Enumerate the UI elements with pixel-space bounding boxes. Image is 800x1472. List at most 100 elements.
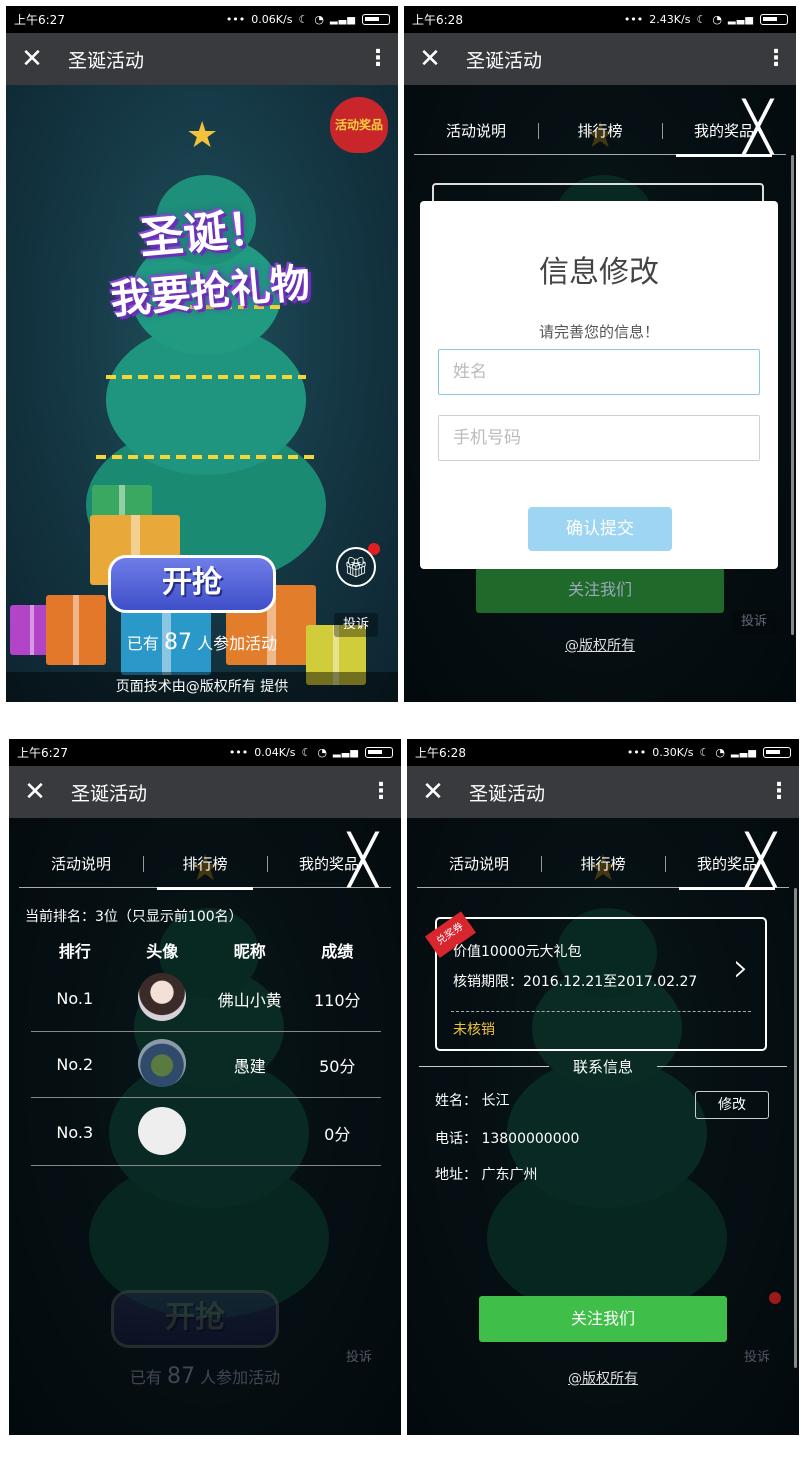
title-bar: ✕ 圣诞活动 ⋮ [407,766,799,818]
status-bar: 上午6:27 ••• 0.04K/s ☾ ◔ ▂▃▅ [9,739,401,766]
close-icon[interactable]: ✕ [6,44,58,74]
tab-bar: 活动说明 排行榜 我的奖品 [19,840,391,890]
more-icon[interactable]: ⋮ [759,781,799,803]
close-icon[interactable]: ✕ [9,777,61,807]
battery-icon [760,14,788,25]
current-rank: 当前排名：3位（只显示前100名） [25,909,243,925]
close-panel-icon[interactable]: ╳ [343,836,383,884]
page-title: 圣诞活动 [68,49,145,72]
battery-icon [365,747,393,758]
rank-score: 50分 [319,1056,356,1076]
contact-name: 姓名： 长江 [435,1093,510,1109]
name-input[interactable]: 姓名 [438,349,760,395]
network-speed: 0.30K/s [652,746,694,759]
participant-count: 已有 87 人参加活动 [6,630,398,655]
wifi-icon: ◔ [314,13,324,26]
modify-button[interactable]: 修改 [695,1091,769,1119]
prize-bag-icon[interactable]: 活动奖品 [330,97,388,153]
tab-description[interactable]: 活动说明 [19,840,143,888]
phone-input[interactable]: 手机号码 [438,415,760,461]
tab-description[interactable]: 活动说明 [417,840,541,888]
rank-score: 110分 [313,990,361,1010]
voucher-name: 价值10000元大礼包 [453,944,582,960]
contact-address: 地址： 广东广州 [435,1167,538,1183]
scrollbar[interactable] [791,155,794,635]
title-bar: ✕ 圣诞活动 ⋮ [6,33,398,85]
network-speed: 0.04K/s [254,746,296,759]
close-icon[interactable]: ✕ [407,777,459,807]
table-row: No.3 0分 [31,1100,381,1166]
voucher-status: 未核销 [453,1022,495,1038]
moon-icon: ☾ [298,13,309,26]
count-value: 87 [167,1364,195,1389]
status-bar: 上午6:28 ••• 2.43K/s ☾ ◔ ▂▃▅ [404,6,796,33]
confirm-button[interactable]: 确认提交 [528,507,672,551]
close-icon[interactable]: ✕ [404,44,456,74]
more-icon[interactable]: ⋮ [358,48,398,70]
tab-ranking[interactable]: 排行榜 [143,840,267,890]
chevron-right-icon[interactable]: › [733,945,749,991]
tab-bar: 活动说明 排行榜 我的奖品 [414,107,786,157]
status-time: 上午6:27 [17,746,68,760]
tab-ranking[interactable]: 排行榜 [538,107,662,155]
col-rank: 排行 [58,942,91,961]
footer-credit: 页面技术由@版权所有 提供 [6,672,398,702]
title-bar: ✕ 圣诞活动 ⋮ [404,33,796,85]
col-nickname: 昵称 [233,942,266,961]
avatar [138,972,187,1021]
page-title: 圣诞活动 [469,782,546,805]
start-button[interactable]: 开抢 [108,555,276,613]
count-prefix: 已有 [129,1368,162,1387]
rank-nickname: 佛山小黄 [217,990,282,1010]
activity-canvas: ★ 开抢 活动说明 排行榜 我的奖品 ╳ 当前排名：3位（只显示前100名） 排… [9,818,401,1435]
complain-button: 投诉 [743,1350,770,1365]
battery-icon [362,14,390,25]
status-time: 上午6:28 [415,746,466,760]
network-speed: 0.06K/s [251,13,293,26]
info-modal: 信息修改 请完善您的信息！ 姓名 手机号码 确认提交 [420,201,778,569]
rank-number: No.1 [56,989,94,1008]
count-prefix: 已有 [126,634,159,653]
rank-nickname: 愚建 [233,1056,266,1076]
complain-button: 投诉 [732,610,776,634]
tab-description[interactable]: 活动说明 [414,107,538,155]
follow-button[interactable]: 关注我们 [479,1296,727,1342]
rank-number: No.3 [56,1123,94,1142]
moon-icon: ☾ [696,13,707,26]
ranking-header: 排行 头像 昵称 成绩 [31,938,381,962]
signal-icon: ▂▃▅ [727,14,754,25]
count-suffix: 人参加活动 [200,1368,281,1387]
wifi-icon: ◔ [715,746,725,759]
count-value: 87 [164,630,192,655]
battery-icon [763,747,791,758]
more-icon[interactable]: ⋮ [361,781,401,803]
screen-ranking: 上午6:27 ••• 0.04K/s ☾ ◔ ▂▃▅ ✕ 圣诞活动 ⋮ ★ 开抢… [9,739,401,1435]
wifi-icon: ◔ [712,13,722,26]
screen-home: 上午6:27 ••• 0.06K/s ☾ ◔ ▂▃▅ ✕ 圣诞活动 ⋮ ★ 活动… [6,6,398,702]
copyright-link[interactable]: @版权所有 [407,1368,799,1388]
voucher-card[interactable]: 兑奖券 价值10000元大礼包 核销期限：2016.12.21至2017.02.… [424,911,767,1051]
status-bar: 上午6:27 ••• 0.06K/s ☾ ◔ ▂▃▅ [6,6,398,33]
count-suffix: 人参加活动 [197,634,278,653]
activity-canvas: ★ 活动说明 排行榜 我的奖品 ╳ 兑奖券 价值10000元大礼包 核销期限：2… [407,818,799,1435]
screen-my-prizes: 上午6:28 ••• 0.30K/s ☾ ◔ ▂▃▅ ✕ 圣诞活动 ⋮ ★ 活动… [407,739,799,1435]
status-bar: 上午6:28 ••• 0.30K/s ☾ ◔ ▂▃▅ [407,739,799,766]
close-panel-icon[interactable]: ╳ [741,836,781,884]
contact-phone: 电话： 13800000000 [435,1131,580,1147]
more-icon[interactable]: ⋮ [756,48,796,70]
dots-icon: ••• [623,13,644,26]
tab-ranking[interactable]: 排行榜 [541,840,665,888]
copyright-link: @版权所有 [565,638,635,654]
close-panel-icon[interactable]: ╳ [738,103,778,151]
gift-icon[interactable]: 🎁︎ [336,547,376,587]
divider [451,1011,751,1012]
voucher-period: 核销期限：2016.12.21至2017.02.27 [453,974,698,990]
status-time: 上午6:28 [412,13,463,27]
network-speed: 2.43K/s [649,13,691,26]
modal-subtitle: 请完善您的信息！ [538,323,659,341]
status-time: 上午6:27 [14,13,65,27]
scrollbar[interactable] [794,888,797,1368]
tab-bar: 活动说明 排行榜 我的奖品 [417,840,789,890]
title-bar: ✕ 圣诞活动 ⋮ [9,766,401,818]
modal-title: 信息修改 [539,255,659,290]
